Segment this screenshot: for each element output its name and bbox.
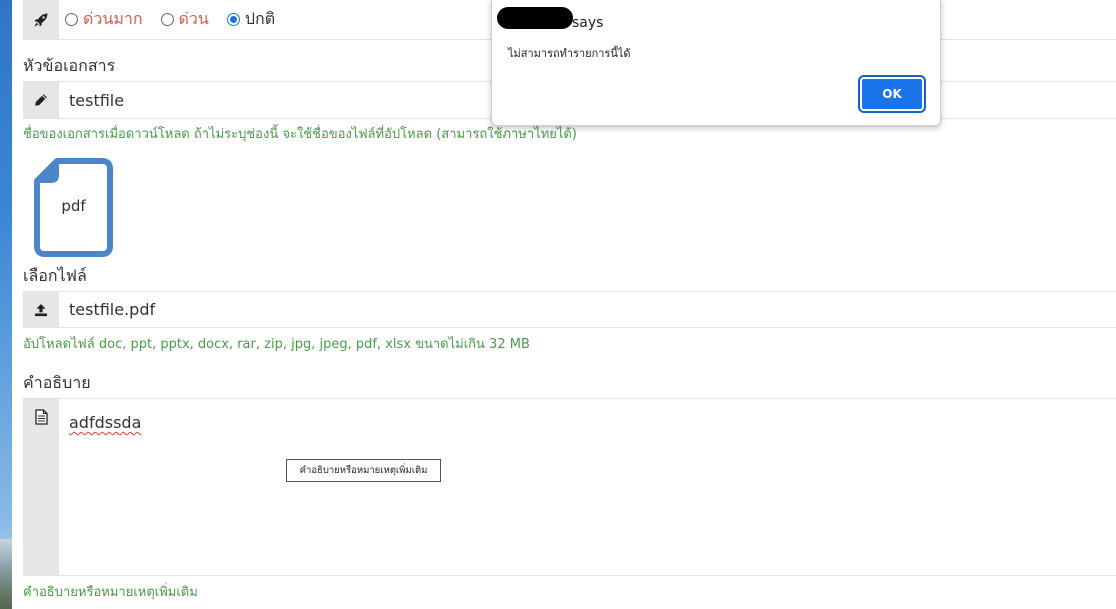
background-image	[0, 539, 12, 609]
priority-option-label: ด่วนมาก	[83, 8, 143, 28]
subject-input[interactable]: testfile	[69, 82, 124, 118]
file-input-group: testfile.pdf	[23, 291, 1116, 328]
redacted-site-name	[497, 7, 573, 29]
file-addon	[23, 292, 59, 327]
priority-option-label: ด่วน	[178, 8, 209, 28]
document-icon	[34, 409, 48, 425]
priority-option-urgent[interactable]: ด่วน	[160, 7, 209, 32]
radio-button[interactable]	[160, 12, 174, 26]
file-label: เลือกไฟล์	[23, 266, 87, 285]
background-strip	[0, 0, 12, 609]
subject-label: หัวข้อเอกสาร	[23, 56, 116, 75]
dialog-message: ไม่สามารถทำรายการนี้ได้	[508, 47, 631, 60]
description-label: คำอธิบาย	[23, 373, 91, 392]
pencil-icon	[35, 94, 47, 106]
file-help-text: อัปโหลดไฟล์ doc, ppt, pptx, docx, rar, z…	[23, 337, 530, 352]
description-tooltip: คำอธิบายหรือหมายเหตุเพิ่มเติม	[286, 459, 441, 482]
pdf-file-icon: pdf	[33, 157, 114, 258]
rocket-icon	[34, 13, 48, 27]
description-input-group: adfdssda	[23, 398, 1116, 576]
radio-button[interactable]	[65, 12, 78, 26]
priority-option-normal[interactable]: ปกติ	[226, 7, 276, 32]
priority-option-very-urgent[interactable]: ด่วนมาก	[65, 7, 143, 32]
priority-addon	[23, 0, 59, 39]
subject-addon	[23, 82, 59, 118]
upload-icon	[35, 303, 47, 316]
description-addon	[23, 399, 59, 575]
dialog-says-label: says	[572, 15, 604, 31]
priority-option-label: ปกติ	[244, 8, 276, 28]
radio-button-checked[interactable]	[226, 12, 240, 26]
description-textarea[interactable]: adfdssda	[69, 413, 141, 432]
pdf-file-type-label: pdf	[61, 197, 86, 215]
priority-radio-group: ด่วนมาก ด่วน ปกติ	[65, 0, 275, 38]
alert-dialog: says ไม่สามารถทำรายการนี้ได้ OK	[491, 0, 941, 126]
description-help-text: คำอธิบายหรือหมายเหตุเพิ่มเติม	[23, 585, 198, 600]
subject-help-text: ชื่อของเอกสารเมื่อดาวน์โหลด ถ้าไม่ระบุช่…	[23, 127, 577, 142]
ok-button[interactable]: OK	[860, 77, 924, 111]
file-input[interactable]: testfile.pdf	[69, 292, 155, 327]
